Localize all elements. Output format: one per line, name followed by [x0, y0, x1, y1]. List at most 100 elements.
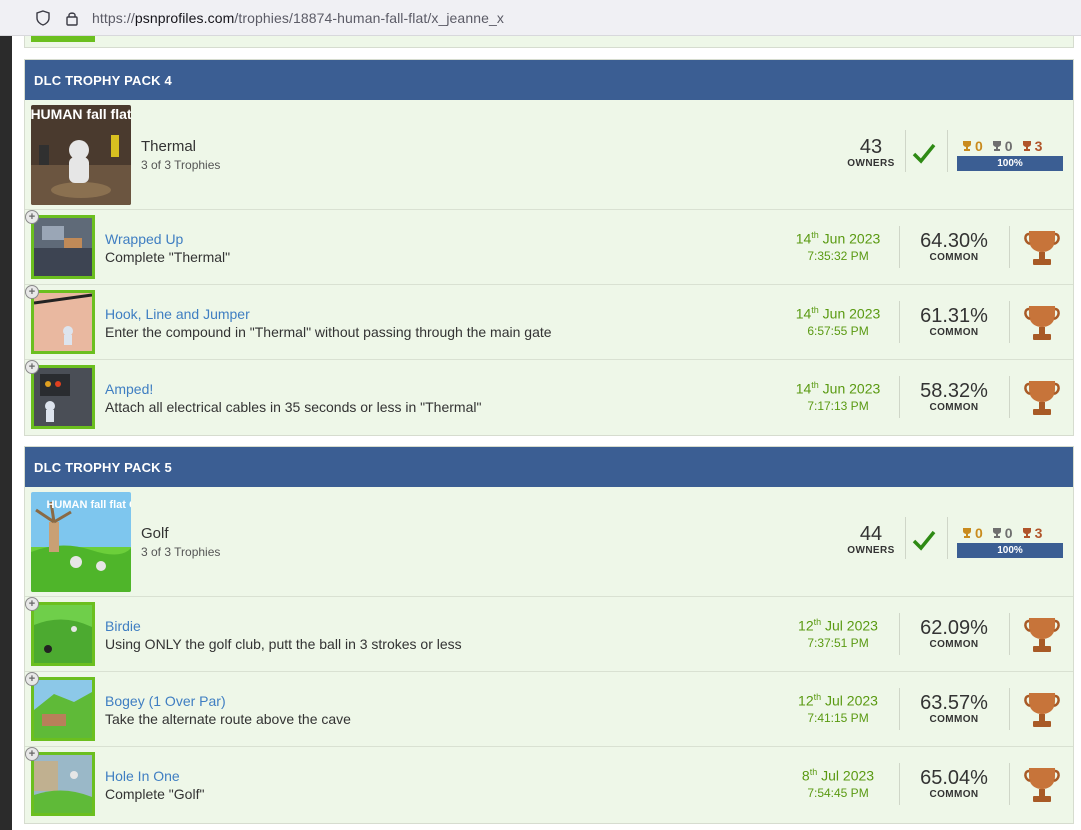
trophy-row[interactable]: + Hook, Line and Jumper Enter the compou…: [25, 285, 1073, 360]
trophy-row[interactable]: + Wrapped Up Complete "Thermal" 14th Jun…: [25, 210, 1073, 285]
divider: [899, 763, 900, 805]
trophy-description: Complete "Thermal": [105, 249, 231, 265]
divider: [1009, 301, 1010, 343]
browser-url-bar[interactable]: https://psnprofiles.com/trophies/18874-h…: [0, 0, 1081, 36]
silver-trophy-icon: [992, 141, 1001, 151]
bronze-trophy-icon: [1022, 141, 1031, 151]
divider: [899, 301, 900, 343]
lock-icon[interactable]: [62, 8, 82, 28]
rarity-block: 63.57% COMMON: [920, 692, 988, 725]
trophy-description: Attach all electrical cables in 35 secon…: [105, 399, 482, 415]
url-text[interactable]: https://psnprofiles.com/trophies/18874-h…: [92, 10, 504, 26]
expand-plus-icon[interactable]: +: [25, 747, 39, 761]
owners-label: OWNERS: [847, 545, 895, 556]
earned-date: 14th Jun 2023 7:17:13 PM: [795, 380, 881, 413]
pack-logo-text: HUMAN fall flat GOLF: [46, 499, 131, 511]
silver-count: 0: [991, 525, 1013, 541]
gold-count: 0: [961, 138, 983, 154]
trophy-thumbnail[interactable]: [31, 365, 95, 429]
section-header: DLC TROPHY PACK 5: [25, 447, 1073, 487]
expand-plus-icon[interactable]: +: [25, 285, 39, 299]
url-path: /trophies/18874-human-fall-flat/x_jeanne…: [234, 9, 504, 26]
dlc-section-4: DLC TROPHY PACK 4 HUMAN fall flat Therma…: [24, 59, 1074, 436]
trophy-name[interactable]: Birdie: [105, 618, 141, 634]
owners-label: OWNERS: [847, 158, 895, 169]
bronze-trophy-icon: [1024, 381, 1060, 415]
expand-plus-icon[interactable]: +: [25, 210, 39, 224]
owners-block: 43 OWNERS: [825, 136, 917, 169]
trophy-description: Take the alternate route above the cave: [105, 711, 351, 727]
divider: [1009, 763, 1010, 805]
pack-logo-text: HUMAN fall flat: [31, 106, 131, 122]
bronze-trophy-icon: [1024, 306, 1060, 340]
completed-check-icon: [912, 530, 936, 551]
trophy-thumbnail[interactable]: [31, 215, 95, 279]
trophy-thumbnail[interactable]: [31, 677, 95, 741]
completion-progress-bar: 100%: [957, 156, 1063, 171]
bronze-trophy-icon: [1024, 768, 1060, 802]
expand-plus-icon[interactable]: +: [25, 360, 39, 374]
trophy-name[interactable]: Wrapped Up: [105, 231, 183, 247]
url-host: psnprofiles.com: [134, 9, 235, 26]
trophy-name[interactable]: Amped!: [105, 381, 153, 397]
trophy-thumbnail[interactable]: [31, 290, 95, 354]
trophy-thumbnail[interactable]: [31, 752, 95, 816]
trophy-description: Enter the compound in "Thermal" without …: [105, 324, 552, 340]
trophy-row[interactable]: + Amped! Attach all electrical cables in…: [25, 360, 1073, 435]
owners-block: 44 OWNERS: [825, 523, 917, 556]
left-sidebar-strip: [0, 36, 12, 830]
pack-title[interactable]: Golf: [141, 525, 169, 542]
pack-summary-row[interactable]: HUMAN fall flat Thermal 3 of 3 Trophies …: [25, 100, 1073, 210]
bronze-count: 3: [1021, 525, 1042, 541]
earned-date: 12th Jul 2023 7:41:15 PM: [798, 692, 878, 725]
previous-thumb-border: [31, 36, 95, 42]
gold-trophy-icon: [963, 141, 971, 151]
expand-plus-icon[interactable]: +: [25, 672, 39, 686]
gold-count: 0: [961, 525, 983, 541]
pack-trophy-count: 3 of 3 Trophies: [141, 545, 221, 559]
divider: [899, 376, 900, 418]
trophy-row[interactable]: + Hole In One Complete "Golf" 8th Jul 20…: [25, 747, 1073, 822]
silver-trophy-icon: [992, 528, 1001, 538]
divider: [947, 130, 948, 172]
earned-date: 14th Jun 2023 6:57:55 PM: [795, 305, 881, 338]
trophy-thumbnail[interactable]: [31, 602, 95, 666]
pack-summary-row[interactable]: HUMAN fall flat GOLF Golf 3 of 3 Trophie…: [25, 487, 1073, 597]
trophy-name[interactable]: Hook, Line and Jumper: [105, 306, 250, 322]
rarity-block: 62.09% COMMON: [920, 617, 988, 650]
trophy-description: Complete "Golf": [105, 786, 205, 802]
bronze-trophy-icon: [1024, 618, 1060, 652]
bronze-trophy-icon: [1024, 693, 1060, 727]
trophy-name[interactable]: Bogey (1 Over Par): [105, 693, 226, 709]
gold-trophy-icon: [963, 528, 971, 538]
divider: [899, 688, 900, 730]
divider: [1009, 688, 1010, 730]
earned-date: 8th Jul 2023 7:54:45 PM: [801, 767, 875, 800]
pack-title[interactable]: Thermal: [141, 138, 196, 155]
trophy-description: Using ONLY the golf club, putt the ball …: [105, 636, 462, 652]
bronze-trophy-icon: [1022, 528, 1031, 538]
bronze-count: 3: [1021, 138, 1042, 154]
owners-count: 44: [859, 523, 883, 545]
trophy-row[interactable]: + Birdie Using ONLY the golf club, putt …: [25, 597, 1073, 672]
trophy-name[interactable]: Hole In One: [105, 768, 180, 784]
shield-icon[interactable]: [33, 8, 53, 28]
divider: [1009, 613, 1010, 655]
expand-plus-icon[interactable]: +: [25, 597, 39, 611]
trophy-counts: 0 0 3: [961, 138, 1042, 154]
pack-image[interactable]: HUMAN fall flat: [31, 105, 131, 205]
rarity-block: 58.32% COMMON: [920, 380, 988, 413]
silver-count: 0: [991, 138, 1013, 154]
owners-count: 43: [859, 136, 883, 158]
trophy-counts: 0 0 3: [961, 525, 1042, 541]
completion-progress-bar: 100%: [957, 543, 1063, 558]
divider: [899, 613, 900, 655]
pack-image[interactable]: HUMAN fall flat GOLF: [31, 492, 131, 592]
divider: [1009, 376, 1010, 418]
pack-trophy-count: 3 of 3 Trophies: [141, 158, 221, 172]
trophy-row[interactable]: + Bogey (1 Over Par) Take the alternate …: [25, 672, 1073, 747]
divider: [905, 517, 906, 559]
earned-date: 12th Jul 2023 7:37:51 PM: [798, 617, 878, 650]
divider: [905, 130, 906, 172]
divider: [899, 226, 900, 268]
